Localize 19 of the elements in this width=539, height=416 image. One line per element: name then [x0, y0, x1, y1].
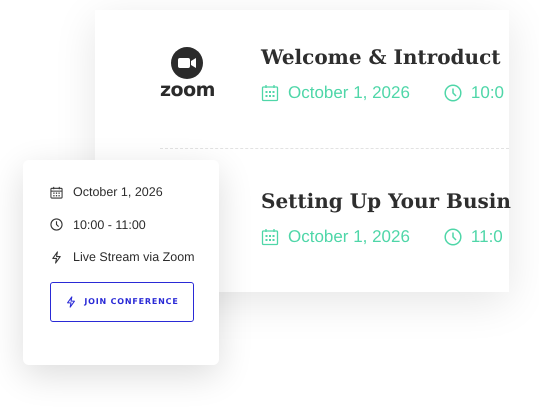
calendar-icon	[261, 84, 279, 102]
zoom-logo: zoom	[160, 47, 215, 99]
session-date: October 1, 2026	[288, 83, 410, 103]
clock-icon	[50, 218, 63, 231]
lightning-icon	[50, 250, 63, 264]
session-title: Welcome & Introduct	[261, 44, 502, 71]
session-time: 11:0	[470, 227, 503, 247]
clock-icon	[444, 228, 462, 246]
session-title: Setting Up Your Busin	[261, 188, 509, 215]
detail-text: October 1, 2026	[73, 185, 163, 199]
clock-icon	[444, 84, 462, 102]
calendar-icon	[50, 186, 63, 198]
join-conference-button[interactable]: JOIN CONFERENCE	[50, 282, 194, 322]
session-date: October 1, 2026	[288, 227, 410, 247]
detail-text: Live Stream via Zoom	[73, 250, 195, 264]
detail-text: 10:00 - 11:00	[73, 218, 146, 232]
calendar-icon	[261, 228, 279, 246]
lightning-icon	[65, 296, 78, 308]
session-time: 10:0	[470, 83, 504, 103]
